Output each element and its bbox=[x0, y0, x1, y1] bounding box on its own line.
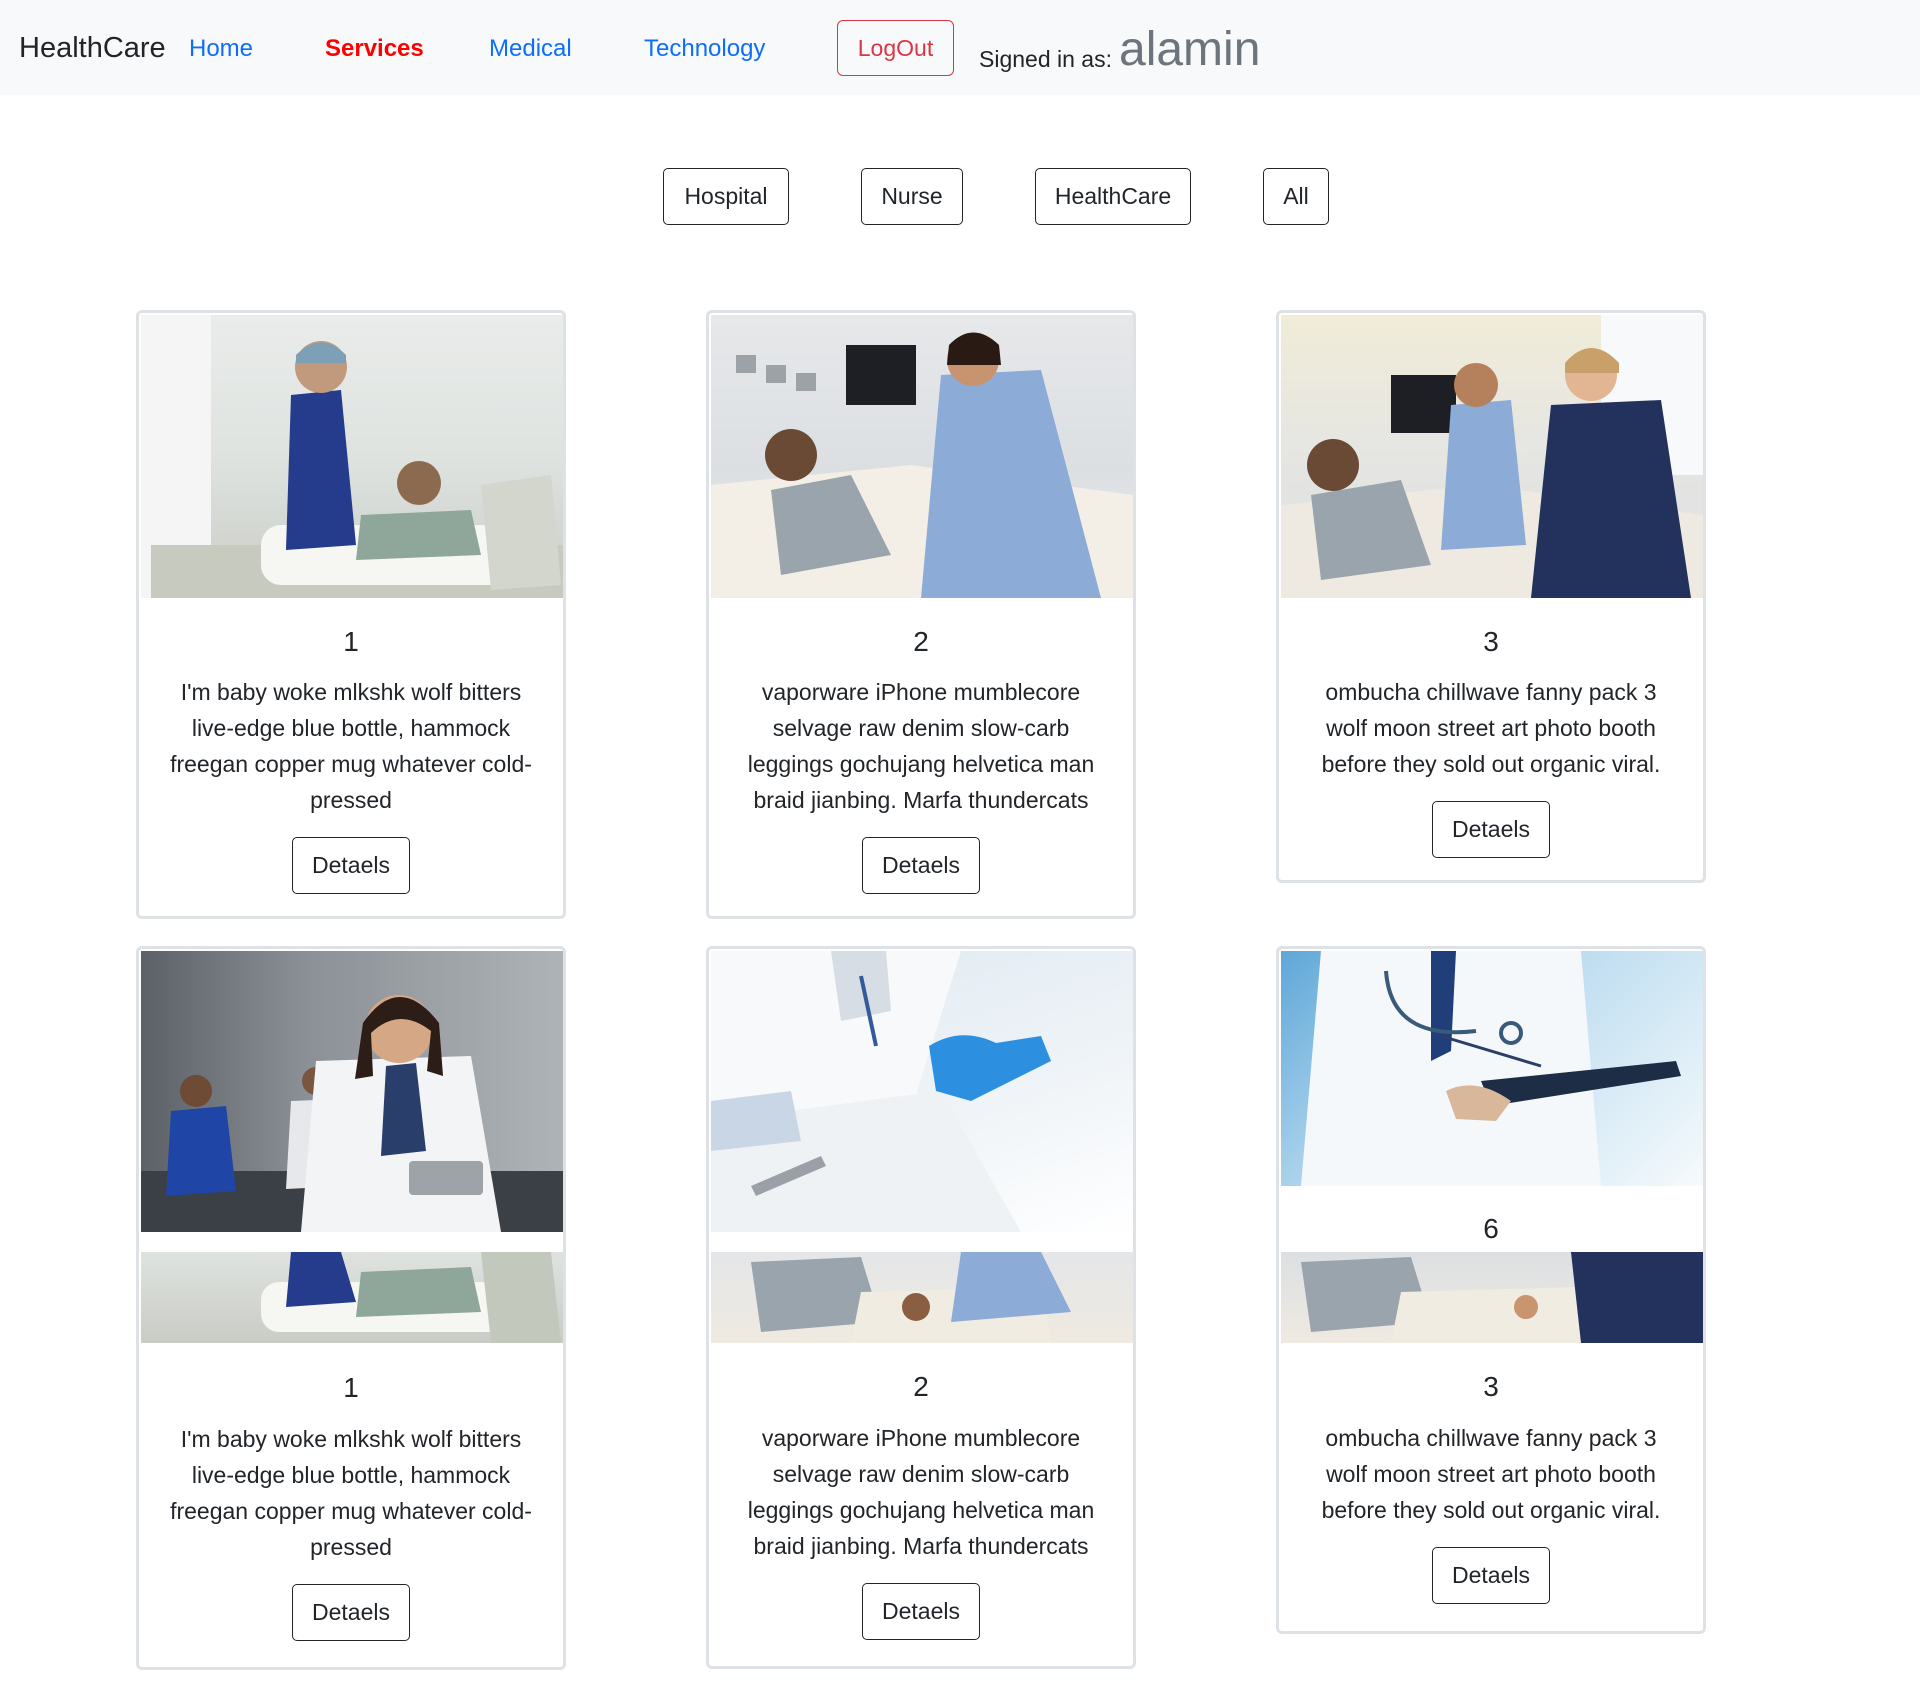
card-title: 3 bbox=[1483, 626, 1499, 657]
service-card: 2 vaporware iPhone mumblecore selvage ra… bbox=[706, 946, 1136, 1669]
card-overlay-title: 6 bbox=[1483, 1213, 1499, 1244]
nav-link-medical[interactable]: Medical bbox=[489, 35, 572, 63]
nurse-patient-photo bbox=[711, 315, 1133, 598]
doctor-patient-photo bbox=[141, 315, 563, 598]
service-card: 2 vaporware iPhone mumblecore selvage ra… bbox=[706, 310, 1136, 919]
nurse-patient-photo-strip bbox=[711, 1252, 1133, 1343]
service-card: 3 ombucha chillwave fanny pack 3 wolf mo… bbox=[1276, 310, 1706, 883]
card-title: 1 bbox=[343, 626, 359, 657]
card-text: vaporware iPhone mumblecore selvage raw … bbox=[747, 679, 1095, 813]
details-button[interactable]: Detaels bbox=[292, 1584, 410, 1641]
nurses-patient-photo-strip bbox=[1281, 1252, 1703, 1343]
female-doctor-photo bbox=[141, 951, 563, 1232]
card-text: I'm baby woke mlkshk wolf bitters live-e… bbox=[170, 679, 532, 813]
card-text: vaporware iPhone mumblecore selvage raw … bbox=[747, 1425, 1095, 1559]
doctor-patient-photo-strip bbox=[141, 1252, 563, 1343]
nurses-patient-photo bbox=[1281, 315, 1703, 598]
nav-link-technology[interactable]: Technology bbox=[644, 35, 765, 63]
signed-in-label: Signed in as: bbox=[979, 46, 1112, 72]
navbar: HealthCare Home Services Medical Technol… bbox=[0, 0, 1920, 95]
details-button[interactable]: Detaels bbox=[1432, 1547, 1550, 1604]
details-button[interactable]: Detaels bbox=[862, 1583, 980, 1640]
brand-logo[interactable]: HealthCare bbox=[19, 32, 166, 65]
doctor-gloves-photo bbox=[711, 951, 1133, 1232]
card-text: ombucha chillwave fanny pack 3 wolf moon… bbox=[1321, 1425, 1661, 1523]
filter-all-button[interactable]: All bbox=[1263, 168, 1329, 225]
card-title: 2 bbox=[913, 1371, 929, 1402]
filter-hospital-button[interactable]: Hospital bbox=[663, 168, 789, 225]
filter-nurse-button[interactable]: Nurse bbox=[861, 168, 963, 225]
service-card: 1 I'm baby woke mlkshk wolf bitters live… bbox=[136, 946, 566, 1670]
service-card: 6 3 ombucha chillwave fanny pack 3 wolf … bbox=[1276, 946, 1706, 1634]
nav-link-services[interactable]: Services bbox=[325, 35, 424, 63]
username: alamin bbox=[1119, 23, 1261, 76]
nav-link-home[interactable]: Home bbox=[189, 35, 253, 63]
card-title: 3 bbox=[1483, 1371, 1499, 1402]
card-text: I'm baby woke mlkshk wolf bitters live-e… bbox=[170, 1426, 532, 1560]
doctor-clipboard-photo bbox=[1281, 951, 1703, 1186]
card-title: 2 bbox=[913, 626, 929, 657]
details-button[interactable]: Detaels bbox=[292, 837, 410, 894]
details-button[interactable]: Detaels bbox=[862, 837, 980, 894]
card-text: ombucha chillwave fanny pack 3 wolf moon… bbox=[1321, 679, 1661, 777]
filter-healthcare-button[interactable]: HealthCare bbox=[1035, 168, 1191, 225]
service-card: 1 I'm baby woke mlkshk wolf bitters live… bbox=[136, 310, 566, 919]
logout-button[interactable]: LogOut bbox=[837, 20, 954, 76]
details-button[interactable]: Detaels bbox=[1432, 801, 1550, 858]
card-title: 1 bbox=[343, 1372, 359, 1403]
